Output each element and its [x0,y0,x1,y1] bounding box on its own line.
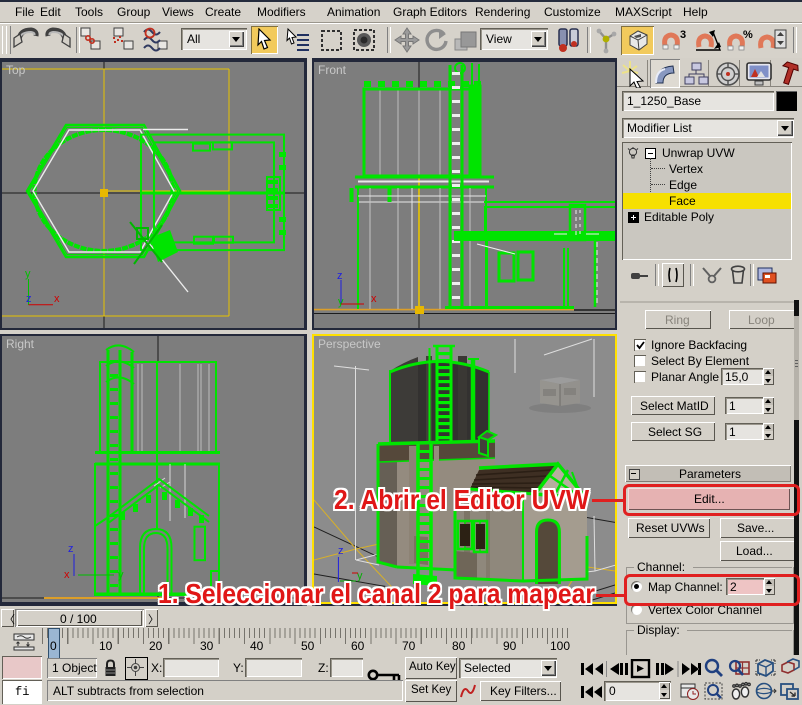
svg-text:y: y [25,268,31,280]
svg-text:x: x [371,293,377,305]
svg-text:z: z [338,545,344,557]
svg-text:x: x [64,569,70,581]
svg-text:x: x [54,293,60,305]
svg-text:z: z [26,293,32,305]
svg-text:z: z [68,543,74,555]
svg-text:%: % [743,29,753,41]
svg-text:y: y [118,569,124,581]
svg-text:3: 3 [680,29,686,41]
svg-text:y: y [338,296,344,308]
svg-text:z: z [337,270,343,282]
